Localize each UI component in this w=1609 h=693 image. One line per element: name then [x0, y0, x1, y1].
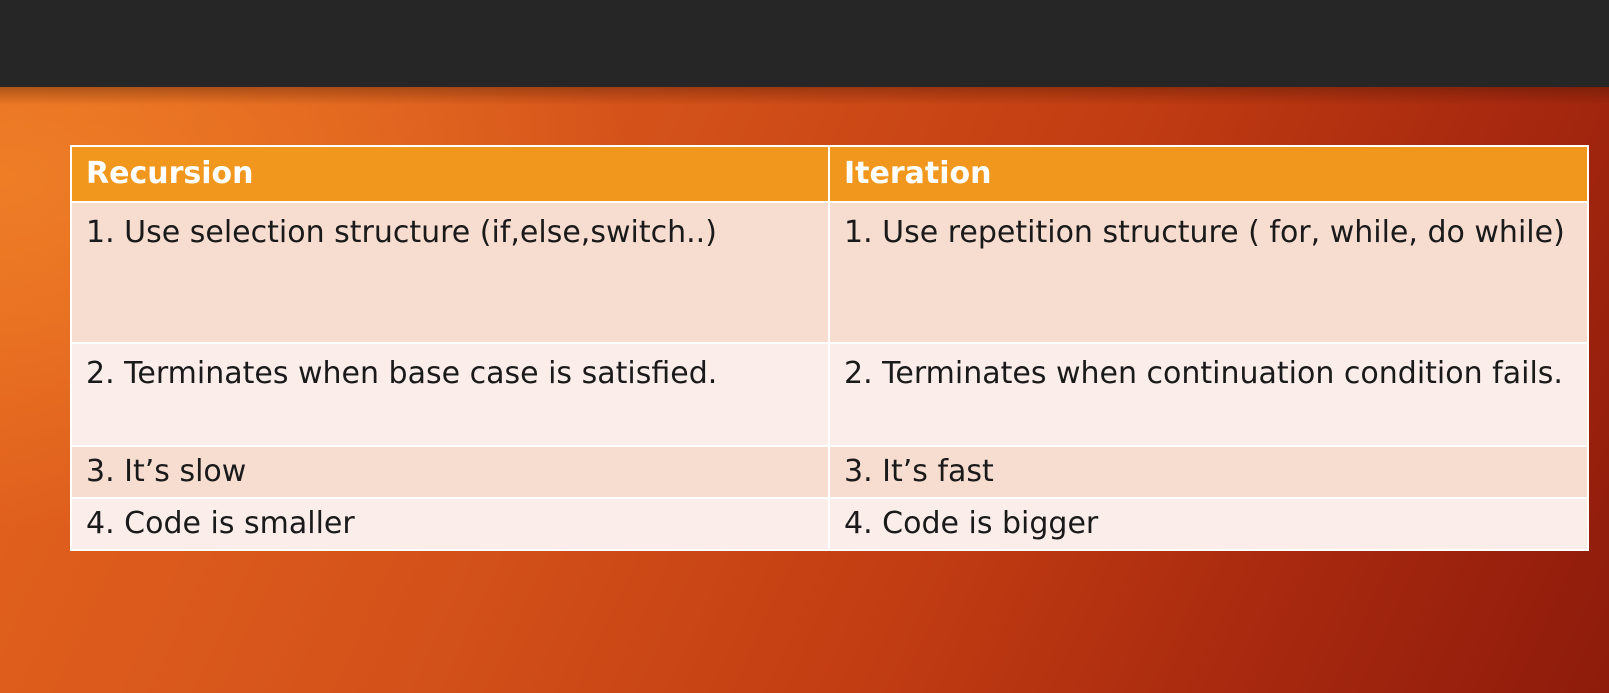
iteration-cell: 1. Use repetition structure ( for, while… — [828, 201, 1589, 344]
recursion-cell: 4. Code is smaller — [70, 497, 830, 551]
recursion-cell: 2. Terminates when base case is satisfie… — [70, 342, 830, 447]
iteration-cell: 4. Code is bigger — [828, 497, 1589, 551]
iteration-cell: 3. It’s fast — [828, 445, 1589, 499]
table-header-row: Recursion Iteration — [70, 145, 1589, 203]
table-row: 3. It’s slow 3. It’s fast — [70, 445, 1589, 499]
recursion-cell: 3. It’s slow — [70, 445, 830, 499]
table-row: 1. Use selection structure (if,else,swit… — [70, 201, 1589, 344]
header-recursion: Recursion — [70, 145, 830, 203]
comparison-table: Recursion Iteration 1. Use selection str… — [70, 145, 1589, 551]
iteration-cell: 2. Terminates when continuation conditio… — [828, 342, 1589, 447]
recursion-cell: 1. Use selection structure (if,else,swit… — [70, 201, 830, 344]
header-iteration: Iteration — [828, 145, 1589, 203]
table-row: 2. Terminates when base case is satisfie… — [70, 342, 1589, 447]
video-top-bar — [0, 0, 1609, 87]
table-row: 4. Code is smaller 4. Code is bigger — [70, 497, 1589, 551]
